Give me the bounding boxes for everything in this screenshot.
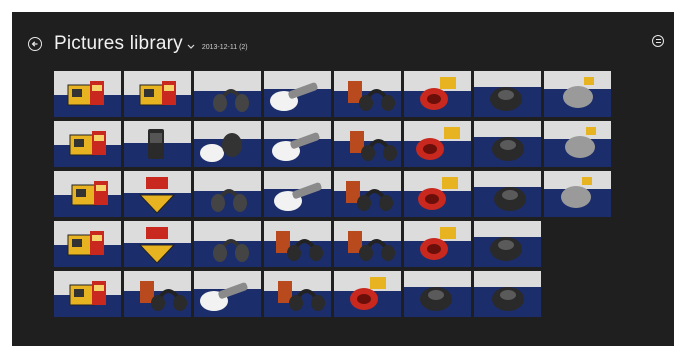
photo-thumbnail[interactable] — [404, 221, 471, 267]
photo-thumbnail[interactable] — [404, 121, 471, 167]
photo-thumbnail[interactable] — [124, 71, 191, 117]
photo-thumbnail[interactable] — [194, 271, 261, 317]
photo-thumbnail[interactable] — [264, 221, 331, 267]
photo-thumbnail[interactable] — [124, 271, 191, 317]
photo-thumbnail[interactable] — [264, 271, 331, 317]
photo-thumbnail[interactable] — [54, 121, 121, 167]
photo-thumbnail[interactable] — [194, 221, 261, 267]
photo-thumbnail[interactable] — [124, 121, 191, 167]
date-subtitle: 2013-12-11 (2) — [201, 43, 248, 51]
photo-thumbnail[interactable] — [334, 71, 401, 117]
select-mode-icon[interactable] — [652, 35, 664, 47]
photo-thumbnail[interactable] — [334, 121, 401, 167]
photo-thumbnail[interactable] — [334, 171, 401, 217]
photo-thumbnail[interactable] — [474, 71, 541, 117]
photo-thumbnail[interactable] — [544, 171, 611, 217]
photo-thumbnail[interactable] — [474, 221, 541, 267]
photo-thumbnail[interactable] — [54, 221, 121, 267]
photo-thumbnail[interactable] — [544, 71, 611, 117]
pictures-app-window: Pictures library 2013-12-11 (2) — [12, 12, 674, 346]
photo-thumbnail[interactable] — [544, 121, 611, 167]
photo-grid — [54, 71, 614, 323]
page-title[interactable]: Pictures library — [54, 33, 183, 55]
chevron-down-icon[interactable] — [186, 41, 196, 51]
photo-thumbnail[interactable] — [54, 171, 121, 217]
photo-thumbnail[interactable] — [404, 171, 471, 217]
photo-thumbnail[interactable] — [194, 121, 261, 167]
photo-thumbnail[interactable] — [334, 271, 401, 317]
app-header: Pictures library 2013-12-11 (2) — [28, 30, 248, 58]
photo-thumbnail[interactable] — [474, 271, 541, 317]
photo-thumbnail[interactable] — [404, 271, 471, 317]
photo-thumbnail[interactable] — [124, 221, 191, 267]
back-arrow-icon[interactable] — [28, 37, 42, 51]
photo-thumbnail[interactable] — [474, 171, 541, 217]
photo-thumbnail[interactable] — [264, 171, 331, 217]
photo-thumbnail[interactable] — [194, 71, 261, 117]
photo-thumbnail[interactable] — [54, 71, 121, 117]
photo-thumbnail[interactable] — [264, 71, 331, 117]
photo-thumbnail[interactable] — [334, 221, 401, 267]
photo-thumbnail[interactable] — [264, 121, 331, 167]
photo-thumbnail[interactable] — [124, 171, 191, 217]
photo-thumbnail[interactable] — [194, 171, 261, 217]
photo-thumbnail[interactable] — [474, 121, 541, 167]
photo-thumbnail[interactable] — [54, 271, 121, 317]
photo-thumbnail[interactable] — [404, 71, 471, 117]
